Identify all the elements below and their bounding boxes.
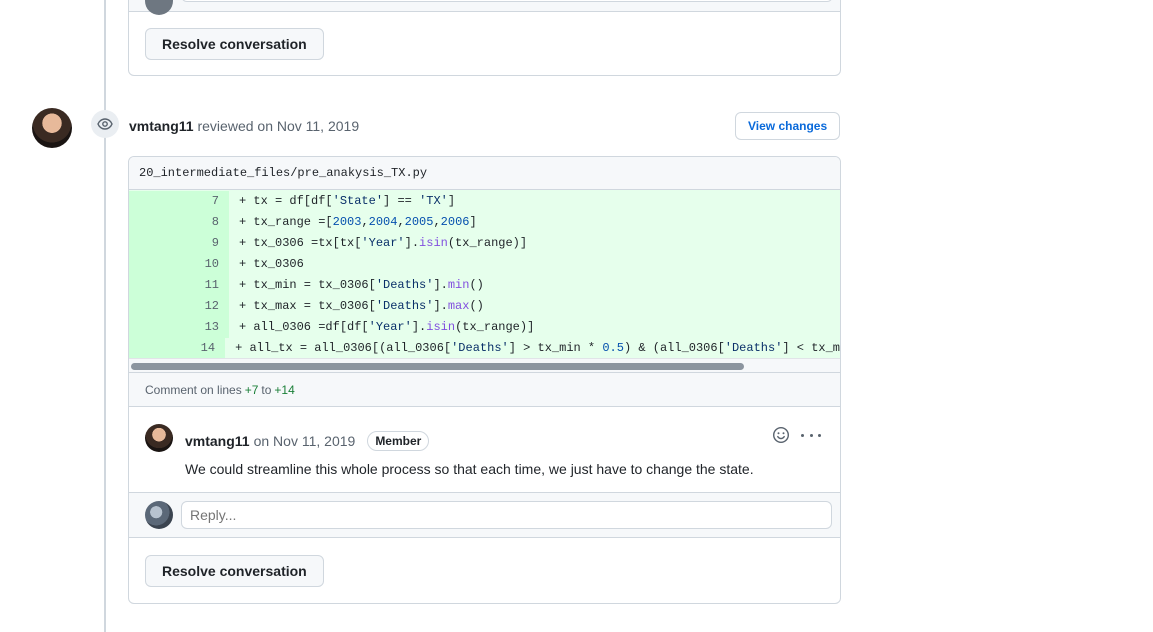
comment-date[interactable]: on Nov 11, 2019 — [254, 433, 356, 449]
code-text: + tx_max = tx_0306['Deaths'].max() — [239, 299, 484, 313]
line-number[interactable]: 11 — [129, 275, 229, 296]
avatar — [145, 0, 173, 15]
current-user-avatar — [145, 501, 173, 529]
timeline-line — [104, 0, 106, 632]
comment-author[interactable]: vmtang11 — [185, 433, 250, 449]
previous-reply-input[interactable] — [181, 0, 833, 2]
line-number[interactable]: 13 — [129, 317, 229, 338]
comment-on-lines: Comment on lines +7 to +14 — [129, 372, 840, 407]
member-badge: Member — [367, 431, 430, 451]
previous-review-thread: Resolve conversation — [128, 0, 841, 76]
review-action: reviewed on Nov 11, 2019 — [197, 118, 360, 134]
comment-on-from: +7 — [244, 382, 259, 397]
line-number[interactable]: 7 — [129, 191, 229, 212]
eye-icon — [91, 110, 119, 138]
comment-body: We could streamline this whole process s… — [185, 461, 754, 477]
code-line: 10 + tx_0306 — [129, 254, 840, 275]
comment-on-to-word: to — [261, 382, 272, 397]
comment-on-prefix: Comment on lines — [145, 382, 242, 397]
code-text: + all_0306 =df[df['Year'].isin(tx_range)… — [239, 320, 535, 334]
smiley-icon[interactable] — [772, 426, 790, 447]
code-line: 7 + tx = df[df['State'] == 'TX'] — [129, 191, 840, 212]
line-number[interactable]: 10 — [129, 254, 229, 275]
kebab-horizontal-icon[interactable] — [801, 427, 821, 443]
code-text: + all_tx = all_0306[(all_0306['Deaths'] … — [235, 341, 840, 355]
reviewer-avatar[interactable] — [32, 108, 72, 148]
scrollbar-thumb[interactable] — [131, 363, 744, 370]
code-line: 13 + all_0306 =df[df['Year'].isin(tx_ran… — [129, 317, 840, 338]
line-number[interactable]: 8 — [129, 212, 229, 233]
view-changes-button[interactable]: View changes — [735, 112, 841, 140]
reply-row — [129, 493, 840, 538]
code-line: 9 + tx_0306 =tx[tx['Year'].isin(tx_range… — [129, 233, 840, 254]
resolve-conversation-button[interactable]: Resolve conversation — [145, 28, 324, 60]
code-line: 12 + tx_max = tx_0306['Deaths'].max() — [129, 296, 840, 317]
code-text: + tx_min = tx_0306['Deaths'].min() — [239, 278, 484, 292]
horizontal-scrollbar[interactable] — [129, 358, 840, 372]
reply-input[interactable] — [181, 501, 832, 529]
avatar[interactable] — [145, 424, 173, 452]
code-text: + tx_range =[2003,2004,2005,2006] — [239, 215, 477, 229]
resolve-conversation-button[interactable]: Resolve conversation — [145, 555, 324, 587]
comment-header: vmtang11 on Nov 11, 2019 Member — [185, 431, 430, 451]
comment-on-to: +14 — [274, 382, 295, 397]
reviewer-name[interactable]: vmtang11 — [129, 118, 194, 134]
code-text: + tx_0306 =tx[tx['Year'].isin(tx_range)] — [239, 236, 528, 250]
diff-code-block: 7 + tx = df[df['State'] == 'TX'] 8 + tx_… — [129, 190, 840, 372]
file-path[interactable]: 20_intermediate_files/pre_anakysis_TX.py — [129, 157, 840, 190]
review-comment: vmtang11 on Nov 11, 2019 Member We could… — [129, 407, 840, 493]
code-line: 11 + tx_min = tx_0306['Deaths'].min() — [129, 275, 840, 296]
previous-reply-row — [129, 0, 840, 15]
code-line: 8 + tx_range =[2003,2004,2005,2006] — [129, 212, 840, 233]
review-header: vmtang11 reviewed on Nov 11, 2019 — [129, 118, 359, 134]
line-number[interactable]: 9 — [129, 233, 229, 254]
line-number[interactable]: 14 — [129, 338, 226, 359]
code-text: + tx_0306 — [239, 257, 304, 271]
review-thread: 20_intermediate_files/pre_anakysis_TX.py… — [128, 156, 841, 604]
code-text: + tx = df[df['State'] == 'TX'] — [239, 194, 456, 208]
line-number[interactable]: 12 — [129, 296, 229, 317]
code-line: 14 + all_tx = all_0306[(all_0306['Deaths… — [129, 338, 840, 359]
